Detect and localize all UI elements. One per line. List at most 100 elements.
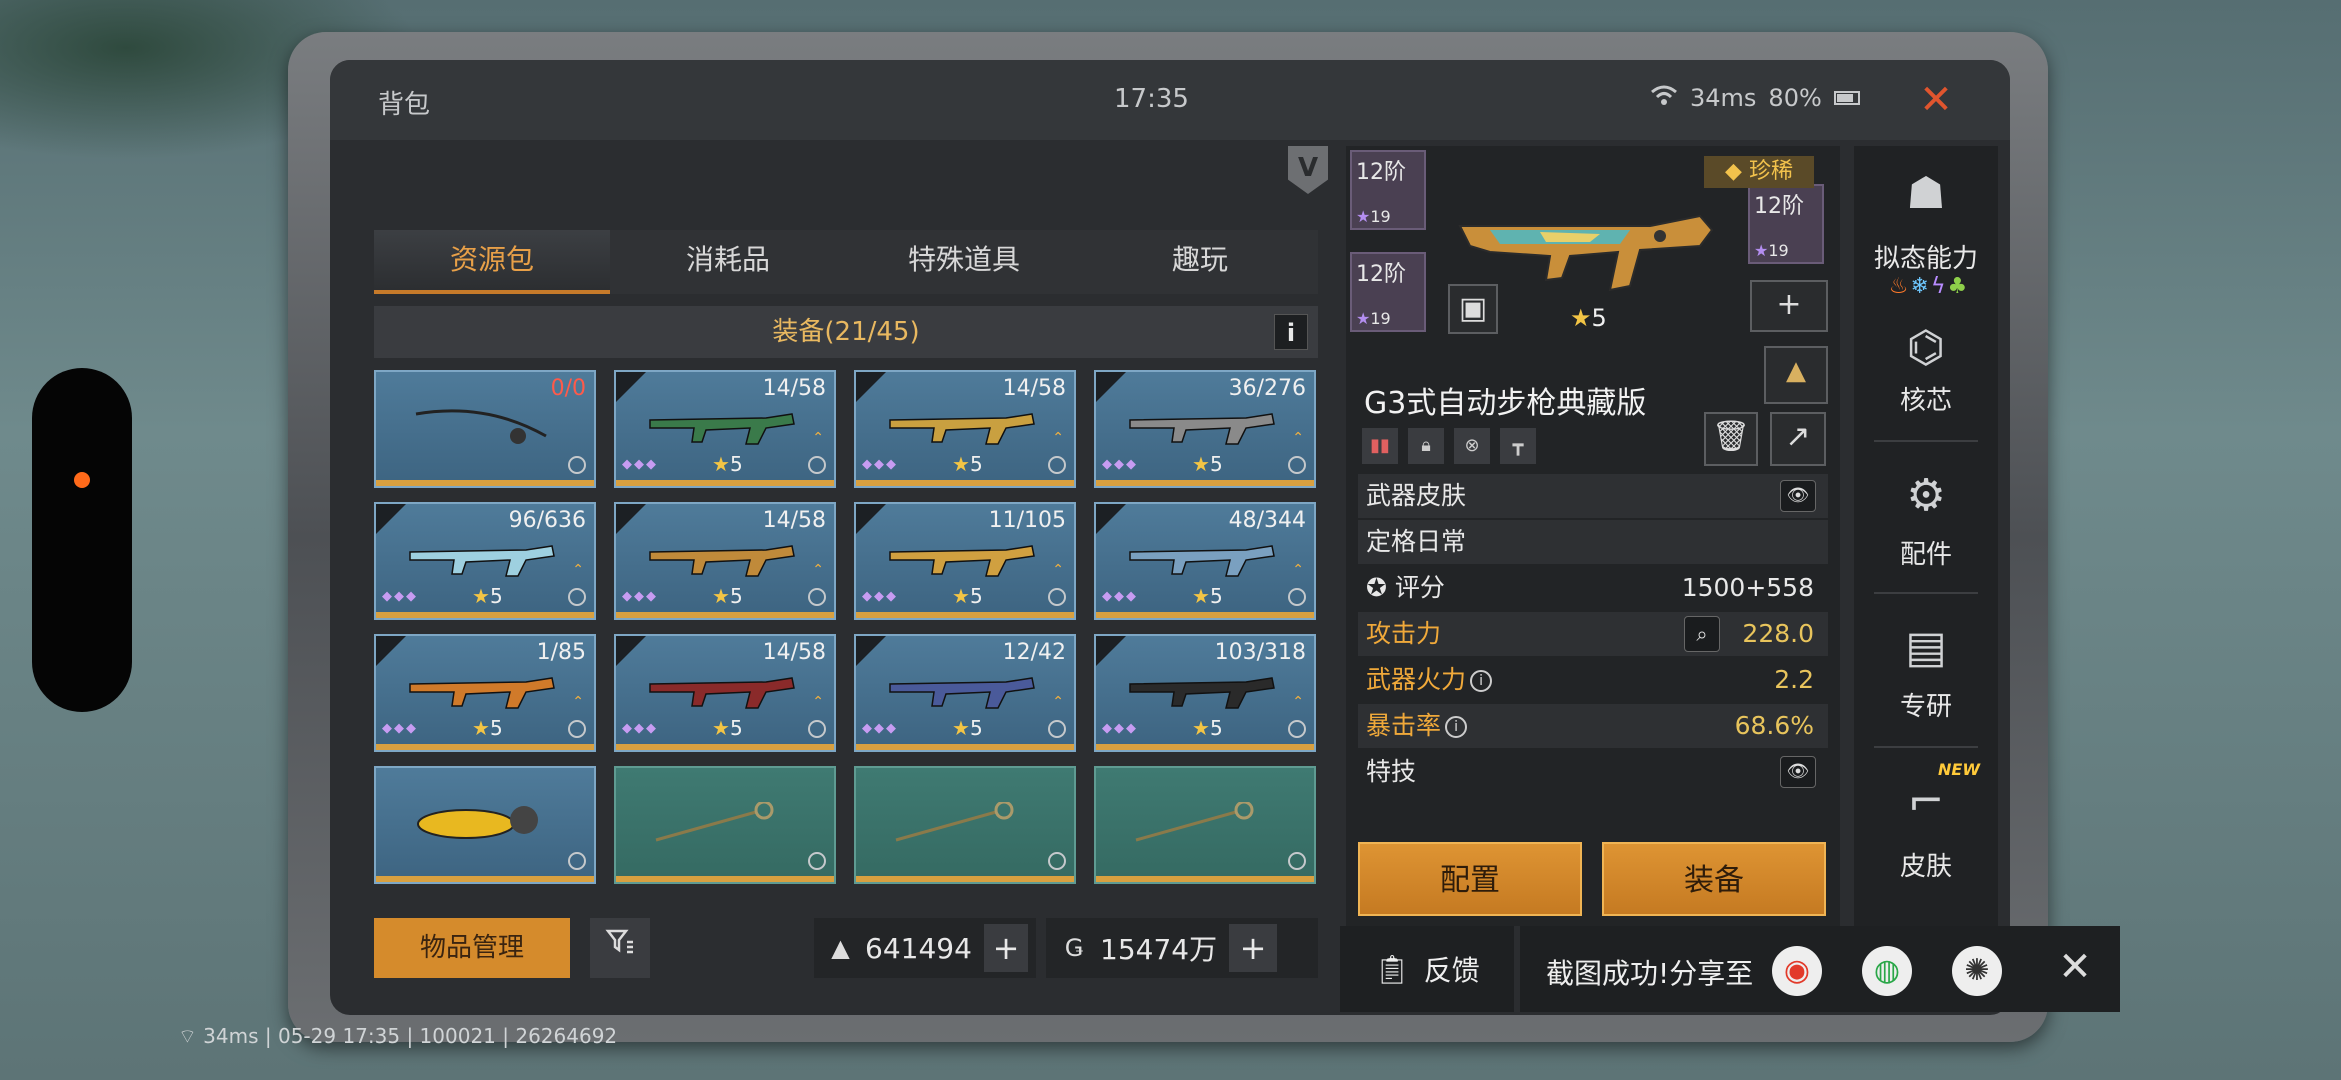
lock-icon[interactable]: 🔒︎ <box>1408 428 1444 464</box>
weapon-icon <box>1129 677 1275 709</box>
skin-eye-icon[interactable]: 👁︎ <box>1780 480 1816 512</box>
info-button[interactable]: i <box>1274 314 1308 350</box>
sidebar-item-core[interactable]: ⌬ 核芯 <box>1854 300 1998 450</box>
inventory-item[interactable]: 48/344 ◆◆◆ ⌃ ★5 <box>1094 502 1316 620</box>
quality-diamonds: ◆◆◆ <box>382 589 418 604</box>
sidebar-item-accessories[interactable]: ⚙ 配件 <box>1854 448 1998 598</box>
upgrade-arrow-icon: ⌃ <box>1052 562 1064 578</box>
tab-resource-pack[interactable]: 资源包 <box>374 230 610 294</box>
inventory-item[interactable]: 12/42 ◆◆◆ ⌃ ★5 <box>854 634 1076 752</box>
upgrade-arrow-icon: ⌃ <box>812 430 824 446</box>
coin-amount: 15474万 <box>1100 933 1218 966</box>
config-button[interactable]: 配置 <box>1358 842 1582 916</box>
inventory-item[interactable]: 103/318 ◆◆◆ ⌃ ★5 <box>1094 634 1316 752</box>
info-icon[interactable]: i <box>1470 670 1493 692</box>
weibo-icon[interactable]: ◉ <box>1772 946 1822 996</box>
star-icon: ★ <box>712 716 730 740</box>
skill-eye-icon[interactable]: 👁︎ <box>1780 756 1816 788</box>
star-icon: ★ <box>1192 584 1210 608</box>
wifi-icon <box>1650 84 1678 112</box>
tool-icon <box>808 456 826 474</box>
side-handle[interactable] <box>32 368 132 712</box>
add-coin-button[interactable]: + <box>1229 924 1278 972</box>
divider <box>1874 440 1978 442</box>
equipment-count: 装备(21/45) <box>772 317 920 347</box>
tool-icon <box>808 852 826 870</box>
inventory-item[interactable]: 14/58 ◆◆◆ ⌃ ★5 <box>614 634 836 752</box>
item-count: 103/318 <box>1214 640 1306 665</box>
weapon-icon <box>1129 545 1275 577</box>
upgrade-arrow-icon: ⌃ <box>1292 430 1304 446</box>
gold-bar-icon: ▲ <box>831 934 850 962</box>
delete-button[interactable]: 🗑︎ <box>1704 412 1758 466</box>
inventory-item[interactable]: 0/0 <box>374 370 596 488</box>
rarity-corner <box>376 636 406 666</box>
durability-bar <box>616 876 834 882</box>
moments-icon[interactable]: ✺ <box>1952 946 2002 996</box>
wolf-icon: ☗ <box>1906 168 1946 219</box>
item-count: 36/276 <box>1228 376 1306 401</box>
feedback-button[interactable]: 📋︎ 反馈 <box>1340 926 1514 1012</box>
star-icon: ★ <box>952 452 970 476</box>
rarity-corner <box>616 372 646 402</box>
star-icon: ★ <box>712 584 730 608</box>
tab-special-items[interactable]: 特殊道具 <box>846 230 1082 294</box>
inventory-item[interactable]: 14/58 ◆◆◆ ⌃ ★5 <box>854 370 1076 488</box>
add-attachment-button[interactable]: + <box>1750 280 1828 332</box>
inventory-item[interactable]: 96/636 ◆◆◆ ⌃ ★5 <box>374 502 596 620</box>
ping-text: 34ms <box>1690 84 1757 112</box>
inventory-item[interactable] <box>1094 766 1316 884</box>
slot-tier: 12阶 <box>1356 262 1406 287</box>
item-manage-button[interactable]: 物品管理 <box>374 918 570 978</box>
inventory-item[interactable]: 14/58 ◆◆◆ ⌃ ★5 <box>614 370 836 488</box>
add-gold-button[interactable]: + <box>983 924 1028 972</box>
inventory-item[interactable]: 14/58 ◆◆◆ ⌃ ★5 <box>614 502 836 620</box>
rarity-corner <box>376 504 406 534</box>
item-star-level: ★5 <box>1192 716 1223 740</box>
inventory-item[interactable] <box>374 766 596 884</box>
skin-preview-button[interactable]: ▣ <box>1448 284 1498 334</box>
attachment-slot-1[interactable]: 12阶 ★19 <box>1350 150 1426 230</box>
close-share-icon[interactable]: ✕ <box>2050 942 2100 992</box>
rarity-corner <box>856 372 886 402</box>
rarity-corner <box>1096 504 1126 534</box>
quality-diamonds: ◆◆◆ <box>1102 589 1138 604</box>
sidebar-item-research[interactable]: ▤ 专研 <box>1854 600 1998 750</box>
inventory-item[interactable] <box>854 766 1076 884</box>
crit-label: 暴击率 <box>1366 711 1442 740</box>
item-star-level: ★5 <box>952 584 983 608</box>
weapon-icon <box>889 677 1035 709</box>
upgrade-arrow-icon: ⌃ <box>1052 430 1064 446</box>
sidebar-item-skin[interactable]: NEW ⌐ 皮肤 <box>1854 754 1998 904</box>
inventory-item[interactable] <box>614 766 836 884</box>
filter-button[interactable] <box>590 918 650 978</box>
durability-bar <box>376 480 594 486</box>
item-star-level: ★5 <box>1192 584 1223 608</box>
inventory-item[interactable]: 36/276 ◆◆◆ ⌃ ★5 <box>1094 370 1316 488</box>
inventory-item[interactable]: 1/85 ◆◆◆ ⌃ ★5 <box>374 634 596 752</box>
tab-fun[interactable]: 趣玩 <box>1082 230 1318 294</box>
rank-icon-button[interactable]: ▲ <box>1764 346 1828 404</box>
equip-button[interactable]: 装备 <box>1602 842 1826 916</box>
crit-value: 68.6% <box>1734 711 1814 740</box>
wechat-icon[interactable]: ◍ <box>1862 946 1912 996</box>
footer-status: ⌔ 34ms | 05-29 17:35 | 100021 | 26264692 <box>178 1024 617 1049</box>
slot-level: ★19 <box>1356 207 1391 226</box>
weapon-icon <box>409 545 555 577</box>
attachment-slot-2[interactable]: 12阶 ★19 <box>1350 252 1426 332</box>
tab-consumables[interactable]: 消耗品 <box>610 230 846 294</box>
item-star-level: ★5 <box>712 584 743 608</box>
magnify-icon[interactable]: ⌕ <box>1684 616 1720 652</box>
attachment-slot-3[interactable]: 12阶 ★19 <box>1748 184 1824 264</box>
back-button[interactable]: ⮌ 返回 <box>410 1008 491 1015</box>
gear-icon: ⚙ <box>1906 470 1946 521</box>
rarity-badge: ◆ 珍稀 <box>1704 156 1814 188</box>
slot-level: ★19 <box>1356 309 1391 328</box>
divider <box>1874 592 1978 594</box>
weapon-icon <box>889 545 1035 577</box>
info-icon[interactable]: i <box>1445 716 1468 738</box>
share-weapon-button[interactable]: ↗ <box>1770 412 1826 466</box>
close-button[interactable]: ✕ <box>1912 76 1960 124</box>
star-icon: ★ <box>1192 716 1210 740</box>
inventory-item[interactable]: 11/105 ◆◆◆ ⌃ ★5 <box>854 502 1076 620</box>
